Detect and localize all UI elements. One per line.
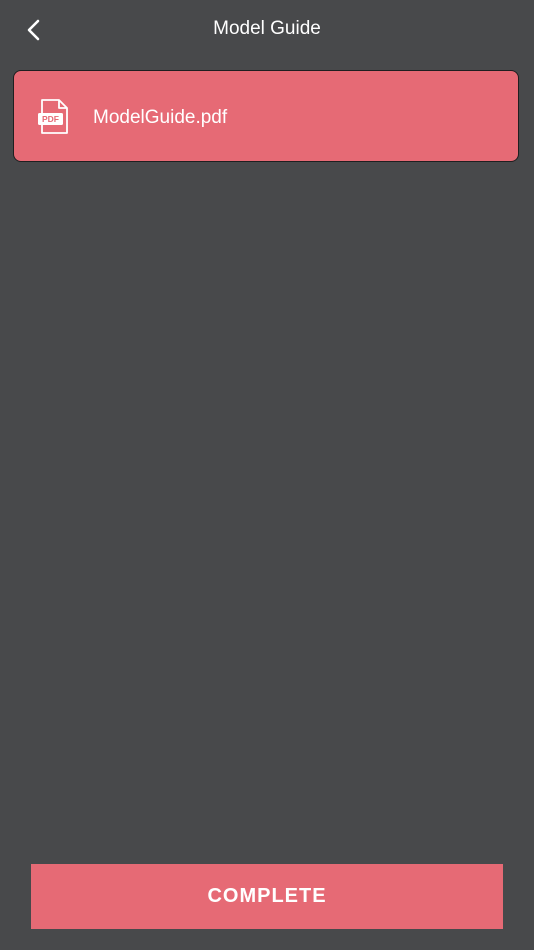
header-bar: Model Guide [0, 0, 534, 58]
file-name: ModelGuide.pdf [93, 107, 228, 128]
page-title: Model Guide [213, 18, 321, 39]
pdf-file-icon: PDF [38, 99, 68, 134]
file-item-modelguide[interactable]: PDF ModelGuide.pdf [13, 70, 519, 162]
pdf-icon-label: PDF [42, 114, 59, 124]
complete-button[interactable]: COMPLETE [31, 864, 503, 929]
